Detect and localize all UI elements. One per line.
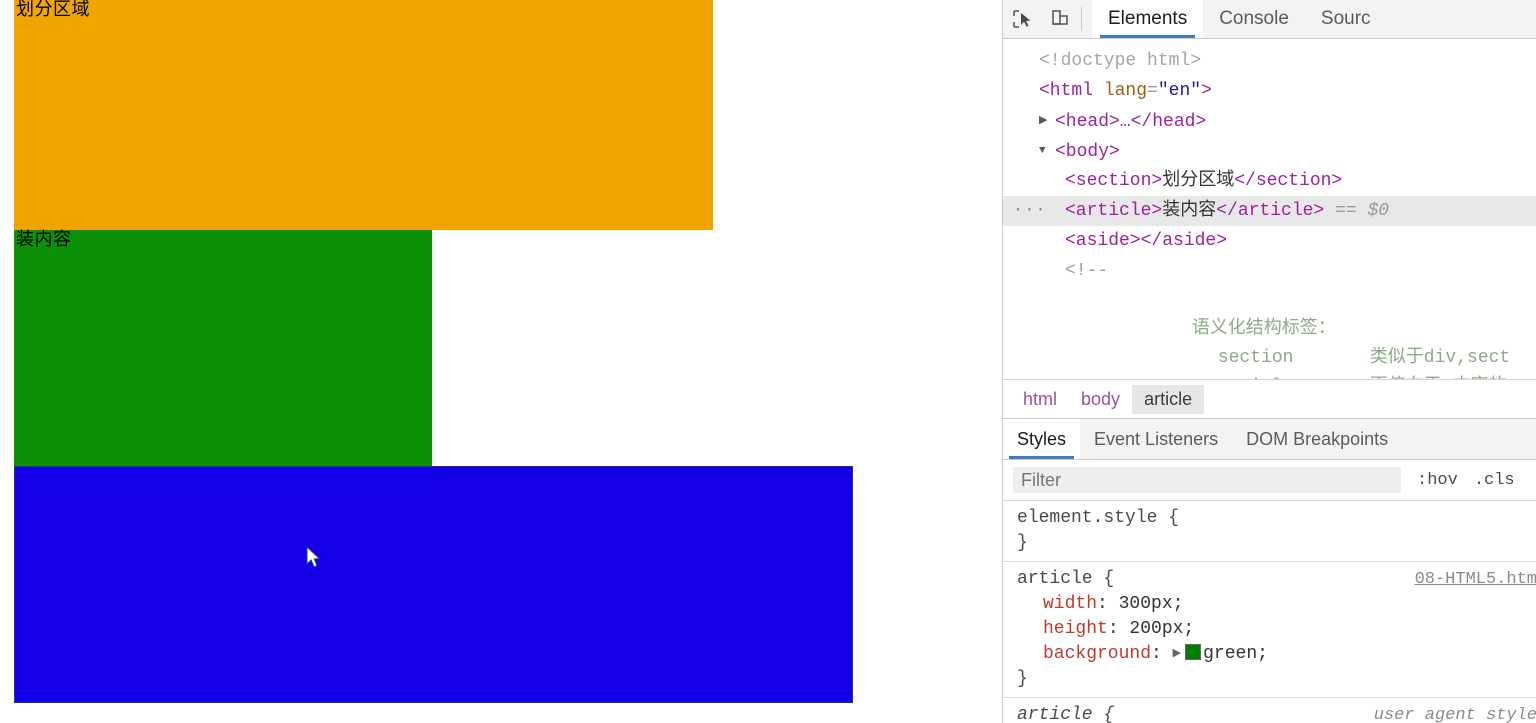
value-background[interactable]: green; — [1203, 644, 1268, 664]
device-toolbar-icon[interactable] — [1041, 0, 1079, 38]
dom-row-comment-start[interactable]: <!-- — [1003, 256, 1536, 286]
rule-article[interactable]: 08-HTML5.htm article { width: 300px; hei… — [1003, 562, 1536, 698]
dom-row-aside[interactable]: <aside></aside> — [1003, 226, 1536, 256]
tab-event-listeners[interactable]: Event Listeners — [1080, 419, 1232, 459]
devtools-main-tabs: Elements Console Sourc — [1092, 0, 1387, 38]
tab-styles[interactable]: Styles — [1003, 419, 1081, 459]
breadcrumb-item-html[interactable]: html — [1011, 385, 1069, 414]
dom-comment-line-article: article更偏向于 内容的 — [1003, 344, 1536, 379]
styles-rules-list: element.style { } 08-HTML5.htm article {… — [1003, 501, 1536, 723]
tab-dom-breakpoints[interactable]: DOM Breakpoints — [1232, 419, 1402, 459]
rule-article-user-agent[interactable]: user agent style article { — [1003, 698, 1536, 723]
cls-toggle-button[interactable]: .cls — [1474, 471, 1515, 490]
expanded-twisty-icon[interactable]: ▼ — [1039, 136, 1053, 166]
devtools-panel: Elements Console Sourc <!doctype html> <… — [1002, 0, 1536, 723]
tab-sources[interactable]: Sourc — [1305, 0, 1387, 38]
dom-row-article[interactable]: ··· <article>装内容</article> == $0 — [1003, 196, 1536, 226]
user-agent-source-label: user agent style — [1373, 706, 1536, 723]
dom-row-head[interactable]: ▶ <head>…</head> — [1003, 106, 1536, 136]
breadcrumb: html body article — [1003, 379, 1536, 418]
value-height[interactable]: 200px; — [1129, 619, 1194, 639]
dom-tree[interactable]: <!doctype html> <html lang="en"> ▶ <head>… — [1003, 39, 1536, 379]
devtools-toolbar: Elements Console Sourc — [1003, 0, 1536, 39]
element-style-close-brace: } — [1017, 533, 1028, 553]
dom-row-html[interactable]: <html lang="en"> — [1003, 76, 1536, 106]
breadcrumb-item-article[interactable]: article — [1132, 384, 1205, 414]
color-swatch-green[interactable] — [1185, 644, 1202, 660]
dom-comment-line-section: section 类似于div,sect — [1217, 348, 1511, 368]
hov-toggle-button[interactable]: :hov — [1417, 471, 1458, 490]
declaration-width[interactable]: width: 300px; — [1017, 592, 1536, 617]
tab-console[interactable]: Console — [1203, 0, 1305, 38]
node-menu-badge[interactable]: ··· — [1013, 196, 1046, 226]
styles-filter-bar: :hov .cls — [1003, 460, 1536, 501]
property-height[interactable]: height — [1043, 619, 1108, 639]
dom-row-doctype[interactable]: <!doctype html> — [1003, 46, 1536, 76]
tab-elements[interactable]: Elements — [1092, 0, 1204, 38]
collapsed-twisty-icon[interactable]: ▶ — [1039, 106, 1053, 136]
page-block-section: 划分区域 — [14, 0, 713, 230]
styles-sidebar-tabs: Styles Event Listeners DOM Breakpoints — [1003, 418, 1536, 460]
inspect-element-icon[interactable] — [1003, 0, 1041, 38]
dom-row-body[interactable]: ▼ <body> — [1003, 136, 1536, 166]
dom-comment-title: 语义化结构标签： — [1191, 319, 1336, 339]
toolbar-divider — [1081, 7, 1082, 31]
page-content-area: 划分区域 装内容 — [14, 0, 1002, 723]
article-block-label: 装内容 — [16, 229, 72, 249]
browser-page-viewport: 划分区域 装内容 — [0, 0, 1002, 723]
dom-row-section[interactable]: <section>划分区域</section> — [1003, 166, 1536, 196]
page-block-article: 装内容 — [14, 229, 432, 466]
declaration-height[interactable]: height: 200px; — [1017, 617, 1536, 642]
rule-source-link[interactable]: 08-HTML5.htm — [1415, 567, 1536, 592]
breadcrumb-item-body[interactable]: body — [1069, 385, 1132, 414]
expand-shorthand-icon[interactable]: ▶ — [1173, 642, 1181, 667]
styles-filter-input[interactable] — [1013, 467, 1401, 493]
section-block-label: 划分区域 — [16, 0, 90, 19]
declaration-background[interactable]: background: ▶ green; — [1017, 642, 1536, 667]
rule-element-style[interactable]: element.style { } — [1003, 501, 1536, 562]
element-style-selector: element.style { — [1017, 508, 1180, 528]
property-background[interactable]: background — [1043, 644, 1151, 664]
value-width[interactable]: 300px; — [1119, 594, 1184, 614]
property-width[interactable]: width — [1043, 594, 1097, 614]
article-rule-close-brace: } — [1017, 669, 1028, 689]
page-block-aside — [14, 466, 853, 703]
